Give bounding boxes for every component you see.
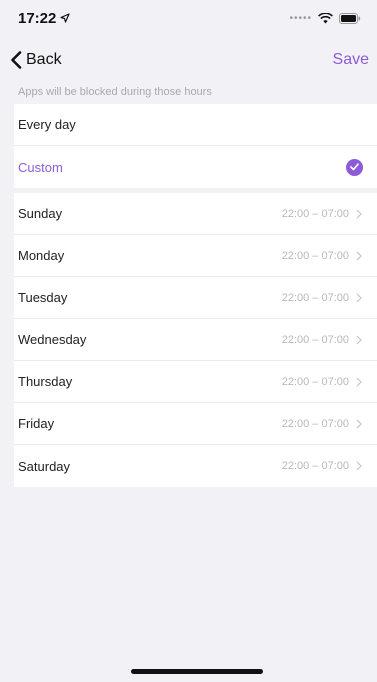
chevron-left-icon bbox=[11, 51, 22, 69]
day-time: 22:00 – 07:00 bbox=[281, 417, 349, 430]
nav-bar: Back Save bbox=[0, 44, 377, 76]
day-row-tuesday[interactable]: Tuesday 22:00 – 07:00 bbox=[14, 277, 377, 319]
day-detail: 22:00 – 07:00 bbox=[282, 460, 363, 472]
day-label: Sunday bbox=[18, 206, 63, 221]
option-custom[interactable]: Custom bbox=[14, 146, 377, 188]
day-time: 22:00 – 07:00 bbox=[281, 291, 349, 304]
status-time: 17:22 bbox=[18, 9, 57, 27]
day-row-saturday[interactable]: Saturday 22:00 – 07:00 bbox=[14, 445, 377, 487]
chevron-right-icon bbox=[356, 293, 362, 302]
chevron-right-icon bbox=[356, 377, 362, 386]
back-label: Back bbox=[26, 51, 62, 68]
day-time: 22:00 – 07:00 bbox=[281, 333, 349, 346]
day-row-friday[interactable]: Friday 22:00 – 07:00 bbox=[14, 403, 377, 445]
chevron-right-icon bbox=[356, 251, 362, 260]
day-detail: 22:00 – 07:00 bbox=[282, 292, 363, 304]
option-custom-label: Custom bbox=[18, 159, 63, 175]
battery-icon bbox=[339, 12, 361, 24]
cellular-dots-icon: ••••• bbox=[289, 12, 312, 24]
day-time: 22:00 – 07:00 bbox=[281, 207, 349, 220]
status-bar: 17:22 ••••• bbox=[0, 0, 377, 36]
chevron-right-icon bbox=[356, 419, 362, 428]
days-list: Sunday 22:00 – 07:00 Monday 22:00 – 07:0… bbox=[14, 193, 377, 487]
wifi-icon bbox=[318, 12, 333, 23]
status-icons: ••••• bbox=[289, 12, 361, 24]
day-detail: 22:00 – 07:00 bbox=[282, 376, 363, 388]
checkmark-circle-icon bbox=[346, 158, 363, 176]
day-label: Monday bbox=[18, 248, 65, 263]
screen: 17:22 ••••• Back Save Apps will be block… bbox=[0, 0, 377, 682]
chevron-right-icon bbox=[356, 209, 362, 218]
chevron-right-icon bbox=[356, 335, 362, 344]
day-detail: 22:00 – 07:00 bbox=[282, 208, 363, 220]
day-label: Thursday bbox=[18, 374, 73, 389]
day-row-wednesday[interactable]: Wednesday 22:00 – 07:00 bbox=[14, 319, 377, 361]
day-label: Saturday bbox=[18, 458, 71, 474]
day-detail: 22:00 – 07:00 bbox=[282, 250, 363, 262]
home-indicator bbox=[131, 669, 263, 674]
day-row-thursday[interactable]: Thursday 22:00 – 07:00 bbox=[14, 361, 377, 403]
day-detail: 22:00 – 07:00 bbox=[282, 418, 363, 430]
option-every-day-label: Every day bbox=[18, 117, 76, 132]
day-time: 22:00 – 07:00 bbox=[281, 375, 349, 388]
save-button[interactable]: Save bbox=[333, 51, 369, 69]
chevron-right-icon bbox=[356, 461, 362, 471]
back-button[interactable]: Back bbox=[10, 51, 62, 69]
day-row-sunday[interactable]: Sunday 22:00 – 07:00 bbox=[14, 193, 377, 235]
mode-options-group: Every day Custom bbox=[14, 104, 377, 188]
day-time: 22:00 – 07:00 bbox=[281, 249, 349, 262]
option-every-day[interactable]: Every day bbox=[14, 104, 377, 146]
day-label: Friday bbox=[18, 416, 55, 431]
day-time: 22:00 – 07:00 bbox=[281, 460, 349, 472]
day-row-monday[interactable]: Monday 22:00 – 07:00 bbox=[14, 235, 377, 277]
location-arrow-icon bbox=[60, 13, 70, 23]
day-label: Tuesday bbox=[18, 290, 68, 305]
day-label: Wednesday bbox=[18, 332, 87, 347]
status-time-group: 17:22 bbox=[18, 10, 70, 27]
section-caption: Apps will be blocked during those hours bbox=[18, 86, 212, 98]
day-detail: 22:00 – 07:00 bbox=[282, 334, 363, 346]
